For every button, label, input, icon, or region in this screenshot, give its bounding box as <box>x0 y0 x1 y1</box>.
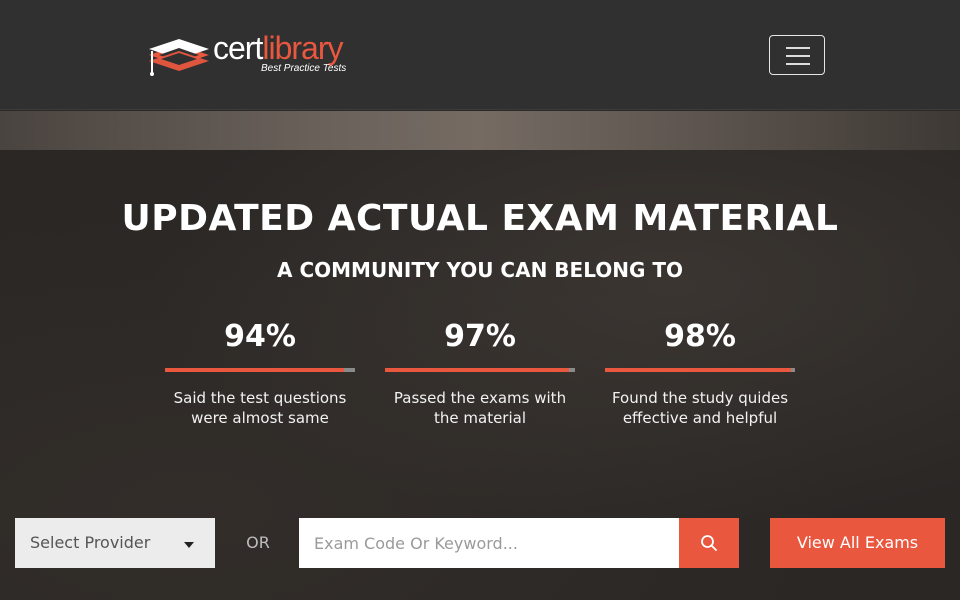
top-navbar: certlibrary Best Practice Tests <box>0 0 960 110</box>
stat-value: 98% <box>664 319 736 354</box>
search-icon <box>701 535 717 551</box>
hero-headline: UPDATED ACTUAL EXAM MATERIAL <box>121 198 839 239</box>
stat-description: Found the study quides effective and hel… <box>611 389 789 427</box>
stat-progress-fill <box>385 368 570 372</box>
stat-card: 97% Passed the exams with the material <box>385 316 575 428</box>
stat-card: 98% Found the study quides effective and… <box>605 316 795 428</box>
stat-progress-bar <box>605 368 795 372</box>
stat-value: 94% <box>224 319 296 354</box>
brand-name: certlibrary <box>213 30 343 66</box>
hamburger-menu-icon-bar <box>786 55 810 57</box>
hamburger-menu-icon-bar <box>786 63 810 65</box>
stat-description: Said the test questions were almost same <box>173 389 347 427</box>
hamburger-menu-icon <box>786 47 810 49</box>
exam-search-input[interactable] <box>299 518 679 568</box>
graduation-cap-logo-icon <box>149 39 209 76</box>
provider-select[interactable]: Select Provider <box>15 518 215 568</box>
brand-name-cert: cert <box>213 30 263 66</box>
brand-name-library: library <box>262 30 343 66</box>
chevron-down-icon <box>184 542 194 548</box>
view-all-exams-button[interactable]: View All Exams <box>770 518 945 568</box>
brand-tagline: Best Practice Tests <box>261 63 347 74</box>
or-separator: OR <box>246 533 270 552</box>
stat-progress-fill <box>605 368 792 372</box>
certlibrary-logo[interactable]: certlibrary Best Practice Tests <box>147 31 387 81</box>
search-button[interactable] <box>679 518 739 568</box>
stat-progress-bar <box>385 368 575 372</box>
stat-progress-fill <box>165 368 344 372</box>
hero-image-strip <box>0 111 960 150</box>
menu-toggle-button[interactable] <box>769 35 825 75</box>
hero-subheadline: A COMMUNITY YOU CAN BELONG TO <box>277 258 683 282</box>
provider-select-value: Select Provider <box>30 533 151 552</box>
stat-card: 94% Said the test questions were almost … <box>165 316 355 428</box>
stat-value: 97% <box>444 319 516 354</box>
stat-description: Passed the exams with the material <box>393 389 567 427</box>
stat-progress-bar <box>165 368 355 372</box>
